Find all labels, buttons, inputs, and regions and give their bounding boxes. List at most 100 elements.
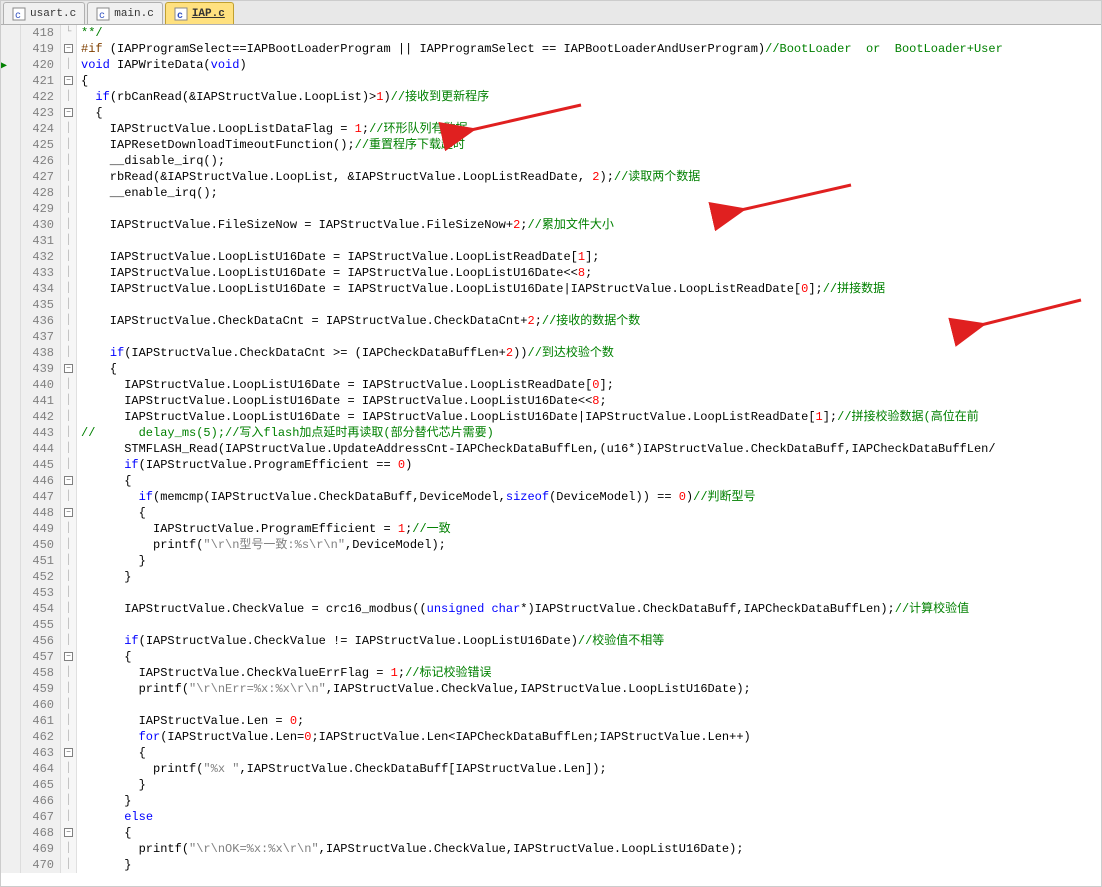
breakpoint-margin[interactable] [1,441,21,457]
fold-gutter[interactable]: │ [61,665,77,681]
code-text[interactable]: IAPStructValue.LoopListU16Date = IAPStru… [77,249,1101,265]
code-line[interactable]: 456│ if(IAPStructValue.CheckValue != IAP… [1,633,1101,649]
breakpoint-margin[interactable] [1,745,21,761]
code-line[interactable]: 455│ [1,617,1101,633]
breakpoint-margin[interactable] [1,361,21,377]
breakpoint-margin[interactable] [1,89,21,105]
code-text[interactable]: if(IAPStructValue.ProgramEfficient == 0) [77,457,1101,473]
code-line[interactable]: 461│ IAPStructValue.Len = 0; [1,713,1101,729]
fold-gutter[interactable]: │ [61,617,77,633]
code-line[interactable]: ▶420│void IAPWriteData(void) [1,57,1101,73]
breakpoint-margin[interactable] [1,425,21,441]
fold-gutter[interactable]: │ [61,121,77,137]
code-line[interactable]: 463− { [1,745,1101,761]
code-text[interactable]: IAPStructValue.Len = 0; [77,713,1101,729]
breakpoint-margin[interactable] [1,489,21,505]
code-text[interactable]: IAPStructValue.CheckValue = crc16_modbus… [77,601,1101,617]
fold-gutter[interactable]: − [61,505,77,521]
code-line[interactable]: 459│ printf("\r\nErr=%x:%x\r\n",IAPStruc… [1,681,1101,697]
code-line[interactable]: 419−#if (IAPProgramSelect==IAPBootLoader… [1,41,1101,57]
breakpoint-margin[interactable] [1,121,21,137]
code-line[interactable]: 464│ printf("%x ",IAPStructValue.CheckDa… [1,761,1101,777]
code-line[interactable]: 446− { [1,473,1101,489]
fold-gutter[interactable]: │ [61,697,77,713]
code-editor[interactable]: 418└**/419−#if (IAPProgramSelect==IAPBoo… [1,25,1101,886]
code-line[interactable]: 457− { [1,649,1101,665]
fold-gutter[interactable]: │ [61,841,77,857]
breakpoint-margin[interactable] [1,393,21,409]
code-text[interactable]: if(IAPStructValue.CheckDataCnt >= (IAPCh… [77,345,1101,361]
code-text[interactable]: IAPStructValue.LoopListU16Date = IAPStru… [77,409,1101,425]
code-line[interactable]: 425│ IAPResetDownloadTimeoutFunction();/… [1,137,1101,153]
breakpoint-margin[interactable] [1,457,21,473]
breakpoint-margin[interactable] [1,681,21,697]
code-line[interactable]: 436│ IAPStructValue.CheckDataCnt = IAPSt… [1,313,1101,329]
fold-minus-icon[interactable]: − [64,652,73,661]
code-text[interactable]: rbRead(&IAPStructValue.LoopList, &IAPStr… [77,169,1101,185]
breakpoint-margin[interactable] [1,697,21,713]
fold-gutter[interactable]: − [61,825,77,841]
code-text[interactable] [77,233,1101,249]
breakpoint-margin[interactable] [1,297,21,313]
fold-gutter[interactable]: │ [61,329,77,345]
code-text[interactable]: { [77,825,1101,841]
breakpoint-margin[interactable] [1,201,21,217]
fold-minus-icon[interactable]: − [64,748,73,757]
code-text[interactable] [77,697,1101,713]
code-line[interactable]: 426│ __disable_irq(); [1,153,1101,169]
code-text[interactable]: { [77,505,1101,521]
code-line[interactable]: 470│ } [1,857,1101,873]
fold-gutter[interactable]: │ [61,217,77,233]
fold-gutter[interactable]: − [61,73,77,89]
fold-gutter[interactable]: │ [61,233,77,249]
code-text[interactable]: IAPStructValue.LoopListU16Date = IAPStru… [77,393,1101,409]
code-text[interactable]: IAPStructValue.LoopListU16Date = IAPStru… [77,265,1101,281]
fold-gutter[interactable]: │ [61,441,77,457]
breakpoint-margin[interactable] [1,729,21,745]
breakpoint-margin[interactable] [1,249,21,265]
fold-gutter[interactable]: │ [61,777,77,793]
fold-minus-icon[interactable]: − [64,76,73,85]
code-text[interactable]: IAPStructValue.LoopListU16Date = IAPStru… [77,281,1101,297]
breakpoint-margin[interactable] [1,345,21,361]
breakpoint-margin[interactable] [1,585,21,601]
breakpoint-margin[interactable] [1,809,21,825]
code-line[interactable]: 452│ } [1,569,1101,585]
code-text[interactable]: } [77,569,1101,585]
fold-gutter[interactable]: │ [61,457,77,473]
code-text[interactable]: // delay_ms(5);//写入flash加点延时再读取(部分替代芯片需要… [77,425,1101,441]
breakpoint-margin[interactable] [1,777,21,793]
code-text[interactable]: if(memcmp(IAPStructValue.CheckDataBuff,D… [77,489,1101,505]
breakpoint-margin[interactable]: ▶ [1,57,21,73]
fold-gutter[interactable]: │ [61,585,77,601]
code-text[interactable]: IAPStructValue.FileSizeNow = IAPStructVa… [77,217,1101,233]
code-line[interactable]: 445│ if(IAPStructValue.ProgramEfficient … [1,457,1101,473]
breakpoint-margin[interactable] [1,329,21,345]
code-text[interactable]: printf("\r\n型号一致:%s\r\n",DeviceModel); [77,537,1101,553]
code-line[interactable]: 418└**/ [1,25,1101,41]
fold-gutter[interactable]: − [61,649,77,665]
fold-gutter[interactable]: │ [61,153,77,169]
fold-gutter[interactable]: │ [61,809,77,825]
breakpoint-margin[interactable] [1,73,21,89]
fold-gutter[interactable]: − [61,473,77,489]
fold-gutter[interactable]: │ [61,425,77,441]
code-text[interactable]: { [77,73,1101,89]
code-text[interactable] [77,617,1101,633]
code-line[interactable]: 451│ } [1,553,1101,569]
code-line[interactable]: 421−{ [1,73,1101,89]
fold-gutter[interactable]: │ [61,553,77,569]
code-line[interactable]: 439− { [1,361,1101,377]
breakpoint-margin[interactable] [1,617,21,633]
fold-gutter[interactable]: │ [61,729,77,745]
fold-gutter[interactable]: │ [61,185,77,201]
breakpoint-margin[interactable] [1,473,21,489]
breakpoint-margin[interactable] [1,825,21,841]
fold-gutter[interactable]: │ [61,537,77,553]
breakpoint-margin[interactable] [1,569,21,585]
code-line[interactable]: 433│ IAPStructValue.LoopListU16Date = IA… [1,265,1101,281]
code-text[interactable] [77,201,1101,217]
code-line[interactable]: 447│ if(memcmp(IAPStructValue.CheckDataB… [1,489,1101,505]
code-text[interactable]: } [77,553,1101,569]
breakpoint-margin[interactable] [1,761,21,777]
